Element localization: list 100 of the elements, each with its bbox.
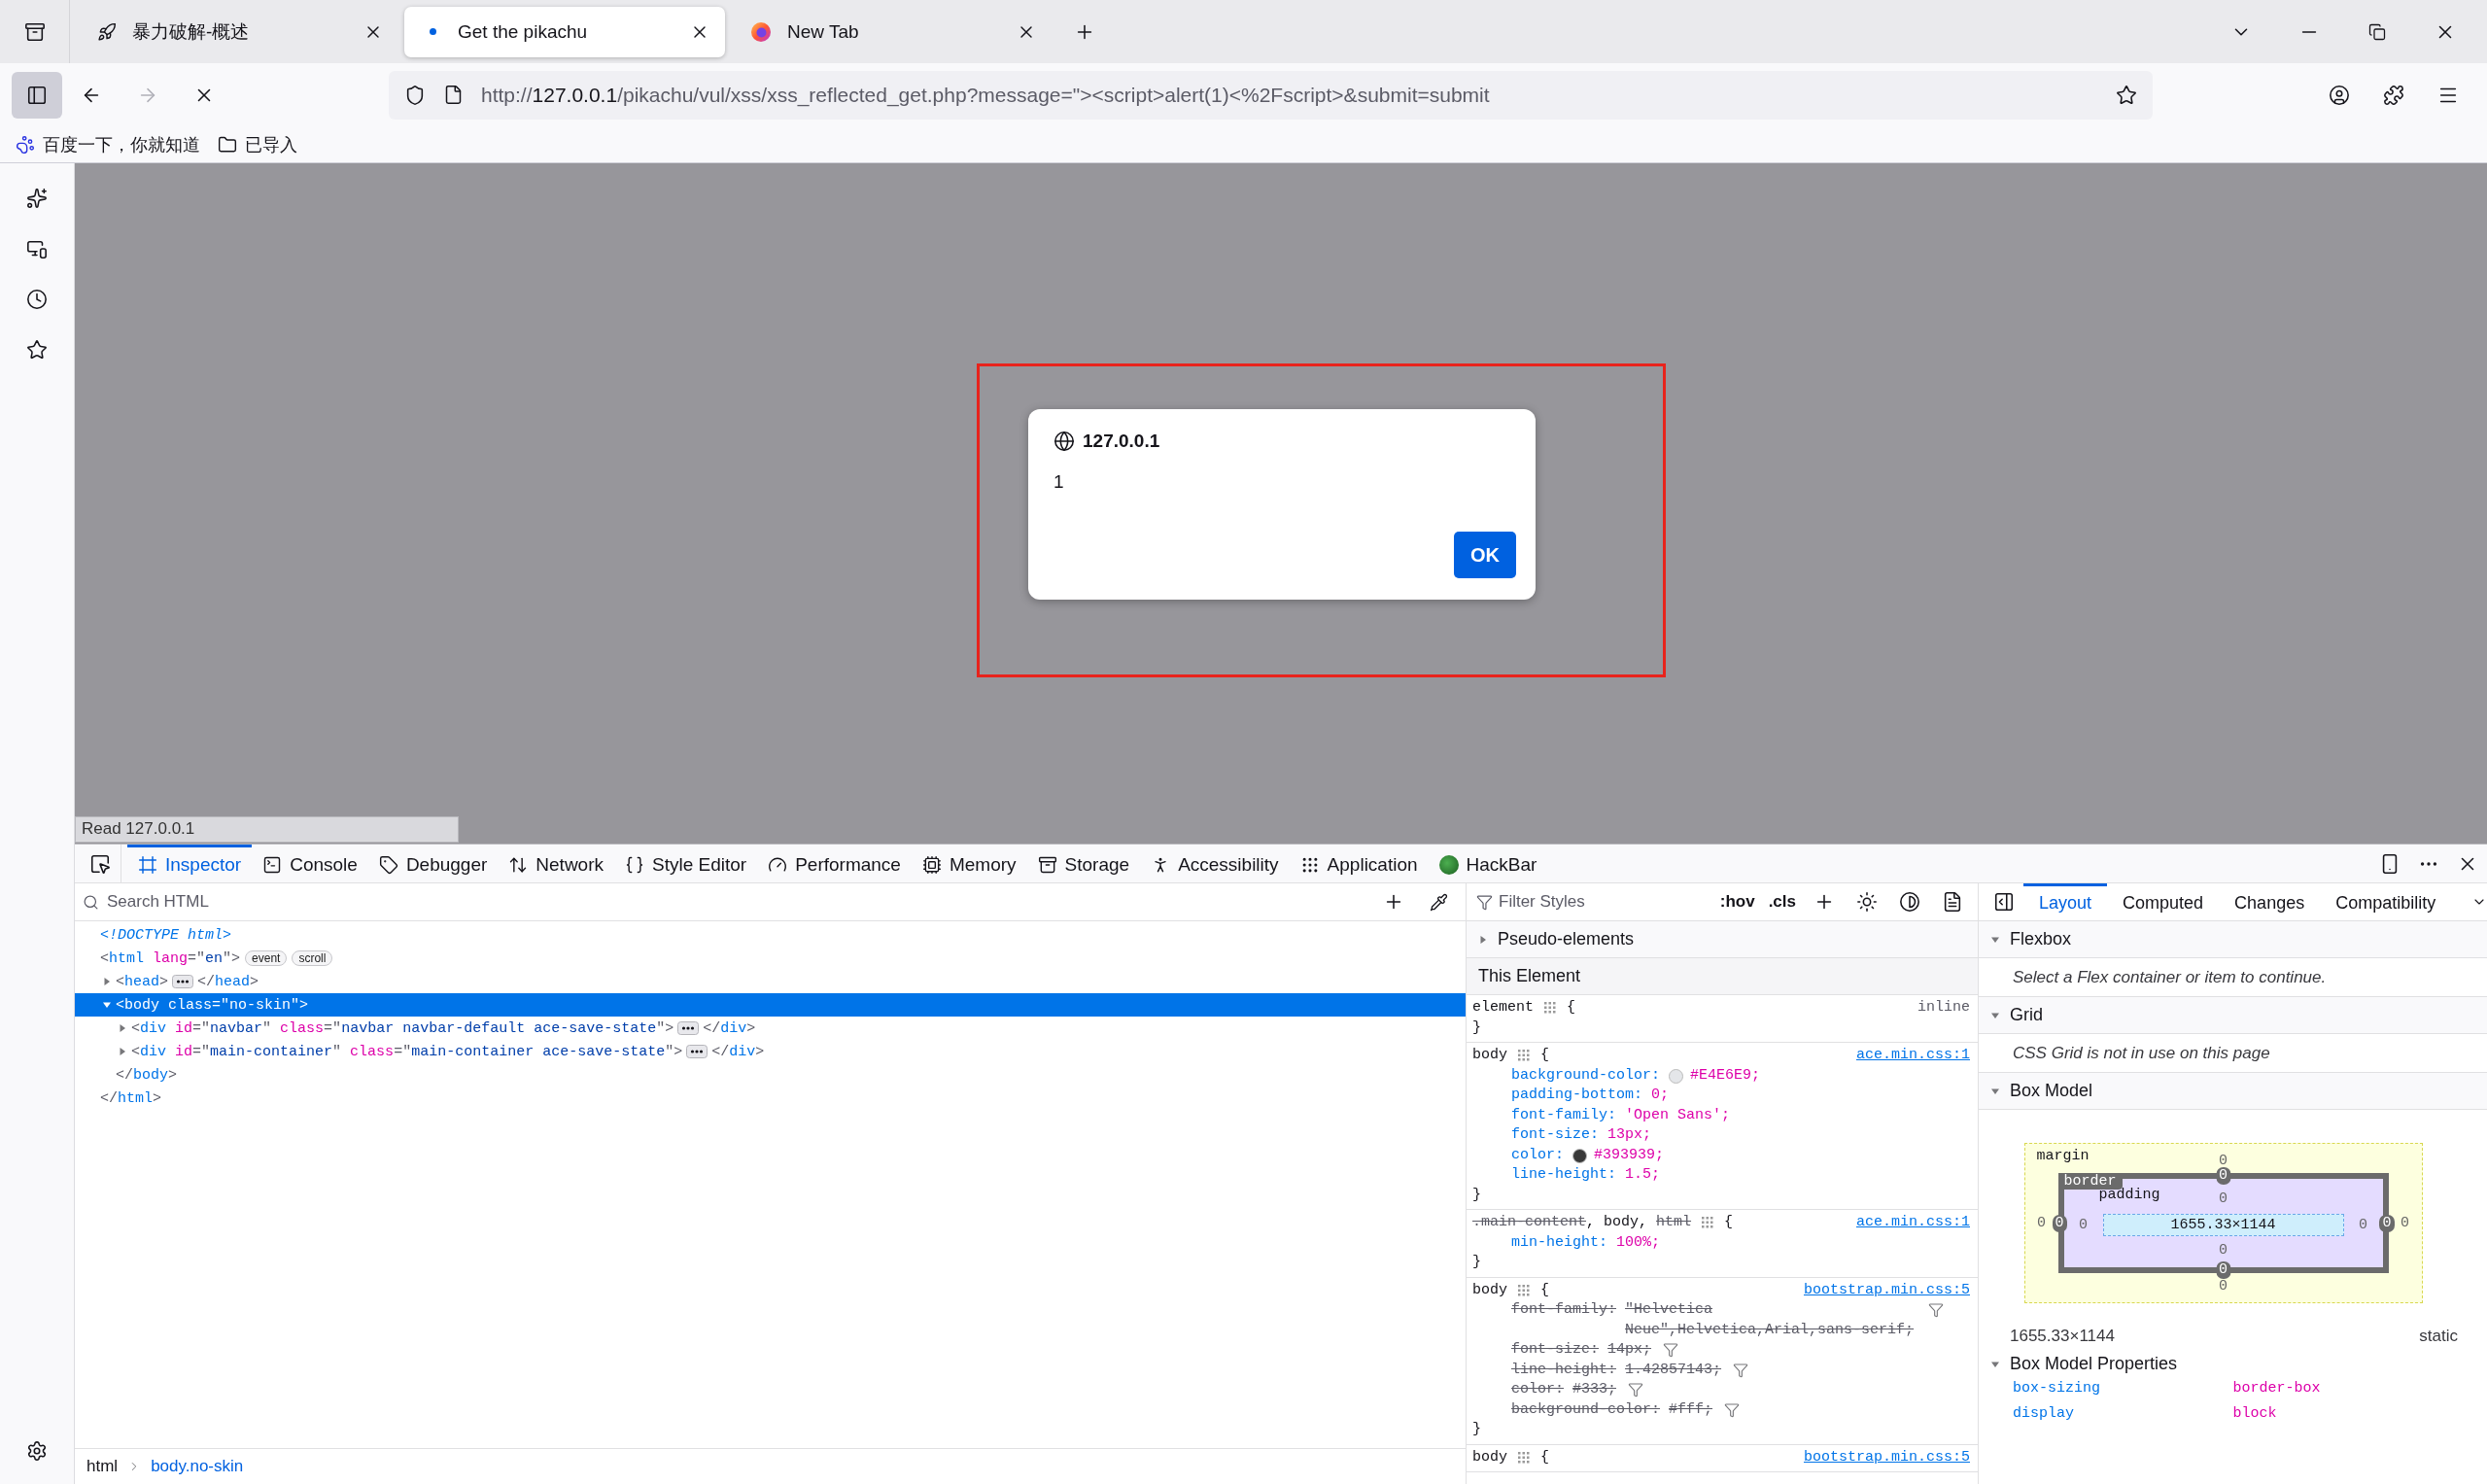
devtools-tab[interactable]: Debugger [367,844,499,883]
markup-row[interactable]: <div id="navbar" class="navbar navbar-default ace-save-state"> </div> [75,1017,1466,1040]
devtools-tab[interactable]: Network [498,844,614,883]
bookmark-item[interactable]: 已导入 [218,132,297,156]
box-value[interactable]: 0 [2079,1217,2088,1233]
css-property[interactable]: font-size: [1511,1125,1599,1146]
devtools-tab[interactable]: Console [252,844,368,883]
sidebar-toggle-button[interactable] [12,71,62,119]
sidebar-tab[interactable]: Computed [2107,883,2220,921]
filter-icon[interactable] [1928,1302,1945,1318]
browser-tab[interactable]: New Tab [731,6,1052,57]
css-value[interactable]: #fff; [1669,1399,1713,1420]
grid-dots-icon[interactable] [1517,1450,1531,1465]
box-value[interactable]: 0 [2401,1215,2409,1231]
ellipsis-badge-icon[interactable] [686,1045,708,1058]
css-property[interactable]: font-family: [1511,1300,1617,1321]
grid-dots-icon[interactable] [1543,1001,1557,1016]
address-bar[interactable]: http://127.0.0.1/pikachu/vul/xss/xss_reflected_get.php?message="><script>alert(1)<%2Fscript>&submit=submit [389,70,2153,120]
css-property[interactable]: color: [1511,1145,1564,1165]
css-property[interactable]: padding-bottom: [1511,1086,1643,1106]
devtools-tab[interactable]: Accessibility [1140,844,1290,883]
markup-row[interactable]: <!DOCTYPE html> [75,923,1466,947]
devtools-tab[interactable]: Style Editor [614,844,758,883]
panel-toggle-icon[interactable] [1993,891,2015,913]
css-property[interactable]: font-size: [1511,1340,1599,1361]
css-property[interactable]: background-color: [1511,1399,1661,1420]
filter-icon[interactable] [1663,1342,1679,1358]
devtools-tab[interactable]: Application [1289,844,1429,883]
markup-badge[interactable]: event [245,950,288,966]
box-value[interactable]: 0 [2037,1215,2046,1231]
markup-row[interactable]: <html lang="en"> event scroll [75,947,1466,970]
expand-triangle-icon[interactable] [1478,934,1488,945]
css-value[interactable]: 'Open Sans'; [1625,1105,1731,1125]
box-value[interactable]: 0 [2219,1190,2228,1207]
box-value[interactable]: 0 [2052,1214,2067,1232]
restore-icon[interactable] [2368,22,2386,41]
box-value[interactable]: 0 [2216,1167,2230,1185]
css-value[interactable]: 100%; [1616,1232,1661,1253]
devtools-tab[interactable]: HackBar [1428,844,1548,883]
expand-triangle-icon[interactable] [118,1023,127,1033]
pseudo-class-toggle[interactable]: .cls [1763,892,1801,912]
devices-icon[interactable] [26,238,48,259]
ellipsis-badge-icon[interactable] [677,1021,700,1035]
devtools-tab[interactable]: Storage [1026,844,1141,883]
browser-tab[interactable]: 暴力破解-概述 [78,6,398,57]
stylesheet-link[interactable]: ace.min.css:1 [1855,1046,1970,1066]
grid-dots-icon[interactable] [1517,1283,1531,1297]
markup-row[interactable]: <body class="no-skin"> [75,993,1466,1017]
stylesheet-link[interactable]: bootstrap.min.css:5 [1803,1280,1970,1300]
browser-tab[interactable]: Get the pikachu [404,6,725,57]
eyedropper-icon[interactable] [1429,892,1448,912]
contrast-icon[interactable] [1899,891,1920,913]
css-value[interactable]: 0; [1651,1086,1670,1106]
color-swatch[interactable] [1572,1148,1587,1163]
stylesheet-link[interactable]: bootstrap.min.css:5 [1803,1447,1970,1467]
css-value[interactable]: 14px; [1607,1340,1652,1361]
grid-dots-icon[interactable] [1517,1049,1531,1063]
account-icon[interactable] [2329,84,2350,106]
css-property[interactable]: color: [1511,1380,1564,1400]
devtools-tab[interactable]: Memory [911,844,1027,883]
breadcrumb[interactable]: html [86,1457,119,1476]
ok-button[interactable]: OK [1454,532,1516,578]
markup-row[interactable]: <head> </head> [75,970,1466,993]
tab-list-icon[interactable] [23,20,46,43]
css-value[interactable]: #E4E6E9; [1690,1065,1761,1086]
sidebar-tab[interactable]: Compatibility [2320,883,2452,921]
css-property[interactable]: font-family: [1511,1105,1617,1125]
pseudo-class-toggle[interactable]: :hov [1714,892,1760,912]
box-value[interactable]: 0 [2219,1277,2228,1294]
sidebar-tab[interactable]: Changes [2219,883,2321,921]
element-picker-icon[interactable] [88,852,111,875]
markup-badge[interactable]: scroll [292,950,333,966]
breadcrumb[interactable]: body.no-skin [151,1457,244,1476]
shield-icon[interactable] [404,84,426,106]
search-field[interactable]: Search HTML [105,891,1368,913]
markup-row[interactable]: <div id="main-container" class="main-container ace-save-state"> </div> [75,1040,1466,1063]
filter-icon[interactable] [1724,1401,1741,1418]
filter-icon[interactable] [1628,1382,1644,1398]
devtools-tab[interactable]: Performance [757,844,912,883]
css-property[interactable]: background-color: [1511,1065,1661,1086]
box-value[interactable]: 0 [2359,1217,2367,1233]
filter-icon[interactable] [1733,1362,1749,1378]
box-value[interactable]: 0 [2219,1152,2228,1169]
css-property[interactable]: line-height: [1511,1165,1617,1186]
box-value[interactable]: 0 [2216,1261,2230,1279]
css-value[interactable]: 1.42857143; [1625,1360,1722,1380]
box-value[interactable]: 0 [2219,1241,2228,1259]
color-swatch[interactable] [1669,1068,1684,1084]
puzzle-icon[interactable] [2383,84,2404,106]
document-icon[interactable] [1942,891,1963,913]
css-value[interactable]: #393939; [1594,1145,1665,1165]
clock-icon[interactable] [26,289,48,310]
expand-triangle-icon[interactable] [118,1047,127,1056]
star-icon[interactable] [26,339,48,361]
sun-icon[interactable] [1856,891,1878,913]
settings-icon[interactable] [26,1440,48,1462]
star-icon[interactable] [2116,84,2137,106]
grid-dots-icon[interactable] [1701,1216,1715,1230]
expand-triangle-icon[interactable] [102,977,112,986]
css-value[interactable]: "Helvetica Neue",Helvetica,Arial,sans-serif; [1625,1300,1917,1340]
